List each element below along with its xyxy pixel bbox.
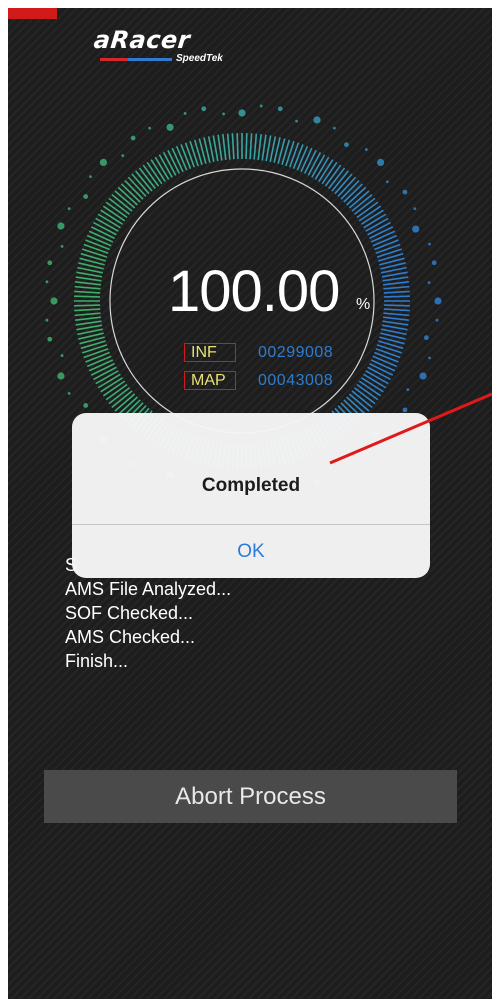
annotation-arrow [329,392,492,465]
annotation-overlay [329,392,492,465]
